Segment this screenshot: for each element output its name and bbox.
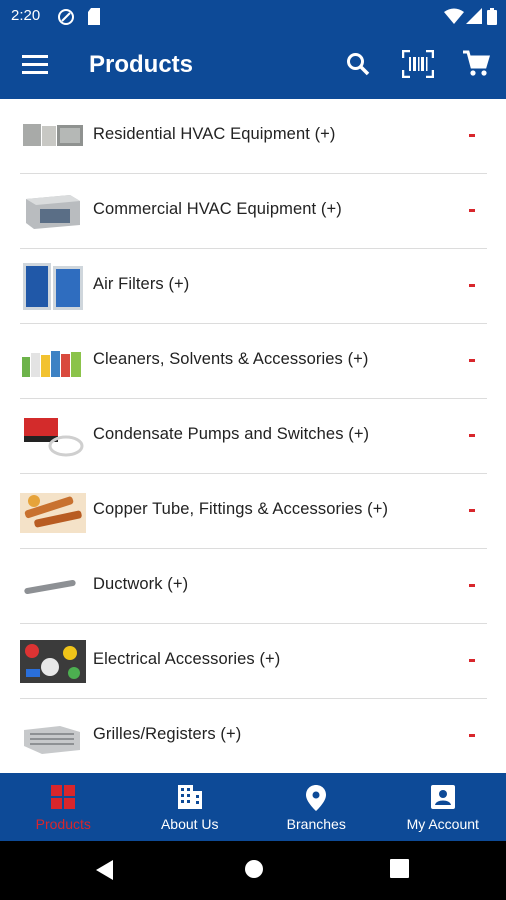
category-label: Grilles/Registers (+): [93, 725, 242, 743]
electrical-thumbnail: [20, 637, 86, 685]
nav-products[interactable]: Products: [0, 773, 127, 841]
menu-button[interactable]: [19, 50, 51, 82]
back-triangle-icon: [96, 860, 113, 880]
category-item-ductwork[interactable]: Ductwork (+): [0, 549, 506, 624]
grilles-thumbnail: [20, 712, 86, 760]
nav-label: About Us: [160, 816, 219, 832]
air-filters-thumbnail: [20, 262, 86, 310]
category-item-grilles[interactable]: Grilles/Registers (+): [0, 699, 506, 773]
cart-button[interactable]: [460, 50, 492, 82]
status-bar: 2:20: [0, 0, 506, 33]
category-item-cleaners[interactable]: Cleaners, Solvents & Accessories (+): [0, 324, 506, 399]
chevron-right-icon: [469, 134, 475, 137]
sd-card-icon: [87, 8, 101, 30]
status-time: 2:20: [11, 7, 41, 24]
cleaners-thumbnail: [20, 337, 86, 385]
search-icon: [346, 52, 370, 81]
nav-branches[interactable]: Branches: [253, 773, 380, 841]
home-button[interactable]: [244, 859, 264, 884]
chevron-right-icon: [469, 659, 475, 662]
category-item-copper-tube[interactable]: Copper Tube, Fittings & Accessories (+): [0, 474, 506, 549]
category-label: Cleaners, Solvents & Accessories (+): [93, 350, 369, 368]
hamburger-menu-icon: [22, 54, 48, 79]
commercial-hvac-thumbnail: [20, 187, 86, 235]
chevron-right-icon: [469, 209, 475, 212]
category-label: Electrical Accessories (+): [93, 650, 281, 668]
nav-about-us[interactable]: About Us: [127, 773, 254, 841]
recents-button[interactable]: [390, 859, 409, 883]
chevron-right-icon: [469, 584, 475, 587]
bottom-navigation: Products About Us Branches My Account: [0, 773, 506, 841]
data-saver-icon: [57, 8, 75, 31]
barcode-scan-button[interactable]: [401, 49, 435, 83]
chevron-right-icon: [469, 284, 475, 287]
back-button[interactable]: [95, 859, 115, 886]
recents-square-icon: [390, 859, 409, 878]
nav-my-account[interactable]: My Account: [380, 773, 506, 841]
signal-icon: [466, 8, 482, 29]
condensate-pumps-thumbnail: [20, 412, 86, 460]
copper-tube-thumbnail: [20, 487, 86, 535]
search-button[interactable]: [342, 50, 374, 82]
category-label: Ductwork (+): [93, 575, 189, 593]
category-label: Residential HVAC Equipment (+): [93, 125, 336, 143]
account-box-icon: [430, 785, 455, 814]
category-item-condensate-pumps[interactable]: Condensate Pumps and Switches (+): [0, 399, 506, 474]
category-label: Air Filters (+): [93, 275, 190, 293]
building-icon: [177, 785, 203, 814]
nav-label: Products: [35, 816, 91, 832]
home-circle-icon: [245, 860, 263, 878]
category-item-electrical[interactable]: Electrical Accessories (+): [0, 624, 506, 699]
chevron-right-icon: [469, 434, 475, 437]
category-label: Condensate Pumps and Switches (+): [93, 425, 370, 443]
battery-icon: [487, 8, 497, 30]
nav-label: Branches: [286, 816, 346, 832]
residential-hvac-thumbnail: [20, 112, 86, 160]
category-item-air-filters[interactable]: Air Filters (+): [0, 249, 506, 324]
location-pin-icon: [306, 785, 327, 816]
wifi-icon: [444, 8, 464, 29]
shopping-cart-icon: [462, 50, 491, 83]
category-label: Copper Tube, Fittings & Accessories (+): [93, 500, 389, 518]
ductwork-thumbnail: [20, 562, 86, 610]
chevron-right-icon: [469, 509, 475, 512]
category-item-residential-hvac[interactable]: Residential HVAC Equipment (+): [0, 99, 506, 174]
nav-label: My Account: [406, 816, 479, 832]
app-bar: Products: [0, 33, 506, 99]
system-navigation-bar: [0, 841, 506, 900]
chevron-right-icon: [469, 734, 475, 737]
category-list: Residential HVAC Equipment (+) Commercia…: [0, 99, 506, 773]
page-title: Products: [89, 51, 194, 78]
chevron-right-icon: [469, 359, 475, 362]
category-label: Commercial HVAC Equipment (+): [93, 200, 342, 218]
grid-icon: [51, 785, 76, 814]
barcode-scan-icon: [401, 49, 435, 83]
category-item-commercial-hvac[interactable]: Commercial HVAC Equipment (+): [0, 174, 506, 249]
